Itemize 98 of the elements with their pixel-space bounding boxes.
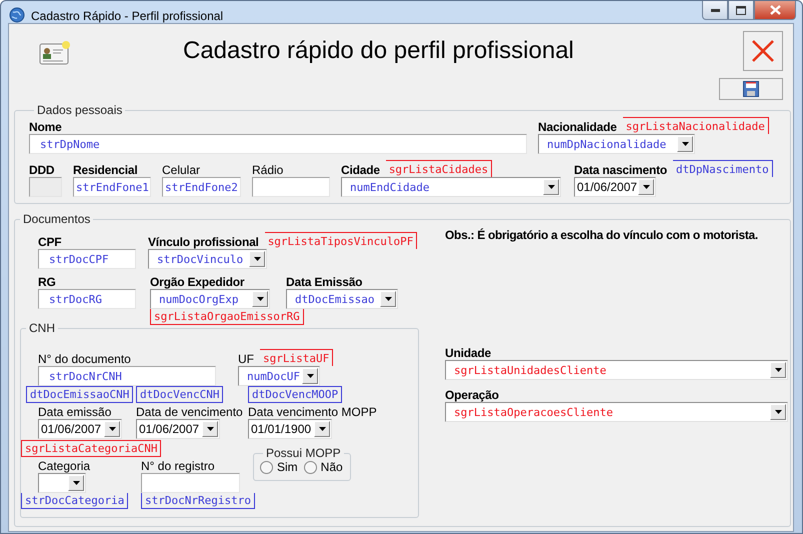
field-label: Data vencimento MOPP (248, 405, 377, 419)
caret-icon (306, 374, 314, 378)
minimize-button[interactable] (702, 1, 728, 20)
cancel-button[interactable] (743, 31, 783, 71)
date-picker[interactable]: 01/06/2007 (136, 419, 220, 439)
window-title: Cadastro Rápido - Perfil profissional (31, 9, 224, 23)
group-legend: CNH (26, 321, 58, 335)
date-picker[interactable]: 01/01/1900 (248, 419, 332, 439)
field-label: Nome (29, 120, 62, 134)
annotation-label: dtDocVencCNH (136, 386, 224, 403)
dropdown-button[interactable] (252, 291, 268, 307)
caret-icon (774, 410, 782, 414)
maximize-icon (736, 6, 746, 14)
text-field[interactable]: strEndFone2 (162, 177, 241, 197)
field-label: Residencial (73, 163, 138, 177)
field-label: Categoria (38, 459, 90, 473)
caret-icon (108, 427, 116, 431)
caret-icon (206, 427, 214, 431)
dropdown[interactable]: numDocUF (238, 366, 320, 386)
dropdown[interactable]: numEndCidade (341, 177, 561, 197)
dropdown-button[interactable] (68, 475, 84, 491)
dropdown-button[interactable] (543, 179, 559, 195)
date-picker[interactable]: 01/06/2007 (38, 419, 122, 439)
dropdown[interactable]: numDpNacionalidade (538, 134, 695, 154)
caret-icon (318, 427, 326, 431)
field-label: CPF (38, 235, 62, 249)
dropdown[interactable]: sgrListaOperacoesCliente (445, 402, 788, 422)
minimize-icon (710, 8, 720, 12)
group-legend: Documentos (20, 212, 94, 226)
dropdown[interactable]: strDocVinculo (148, 249, 267, 269)
text-field[interactable]: strDocRG (38, 289, 136, 309)
caret-icon (682, 142, 688, 146)
field-label: Orgão Expedidor (150, 275, 244, 289)
text-field[interactable] (141, 473, 240, 493)
id-card-icon (39, 40, 71, 66)
caret-icon (256, 297, 264, 301)
field-label: Operação (445, 388, 499, 402)
text-field[interactable]: strEndFone1 (73, 177, 151, 197)
annotation-label: strDocCategoria (21, 493, 128, 509)
field-label: RG (38, 275, 56, 289)
dropdown-button[interactable] (770, 362, 786, 378)
dropdown[interactable] (38, 473, 86, 493)
dropdown[interactable]: sgrListaUnidadesCliente (445, 360, 788, 380)
text-field[interactable]: strDocCPF (38, 249, 136, 269)
field-label: N° do documento (38, 352, 131, 366)
field-label: Vínculo profissional (148, 235, 259, 249)
field-label: Data de vencimento (136, 405, 243, 419)
date-picker[interactable]: 01/06/2007 (574, 177, 656, 197)
radio-button[interactable]: Não (304, 460, 343, 474)
field-label: N° do registro (141, 459, 214, 473)
field-label: Celular (162, 163, 200, 177)
annotation-label: strDocNrRegistro (141, 493, 255, 509)
dropdown-button[interactable] (380, 291, 396, 307)
radio-button[interactable]: Sim (260, 460, 298, 474)
caret-icon (72, 481, 80, 485)
field-label: UF (238, 352, 254, 366)
group-legend: Possui MOPP (263, 446, 344, 460)
annotation-label: dtDpNascimento (673, 160, 773, 177)
dropdown-button[interactable] (770, 404, 786, 420)
form-title: Cadastro rápido do perfil profissional (183, 37, 574, 65)
field-label: Cidade (341, 163, 380, 177)
annotation-label: sgrListaOrgaoEmissorRG (150, 309, 304, 325)
field-label: Nacionalidade (538, 120, 617, 134)
text-field[interactable]: strDpNome (29, 134, 527, 154)
close-button[interactable] (754, 1, 796, 20)
caret-icon (774, 368, 782, 372)
text-field[interactable] (252, 177, 330, 197)
maximize-button[interactable] (728, 1, 754, 20)
dropdown-button[interactable] (638, 179, 654, 195)
annotation-label: sgrListaCategoriaCNH (21, 440, 162, 457)
dropdown-button[interactable] (249, 251, 265, 267)
dropdown-button[interactable] (677, 136, 693, 152)
field-label: Data emissão (38, 405, 112, 419)
field-label: Data Emissão (286, 275, 362, 289)
caret-icon (548, 185, 554, 189)
dropdown-button[interactable] (104, 421, 120, 437)
close-icon (751, 39, 775, 63)
caret-icon (254, 257, 260, 261)
globe-icon (9, 7, 25, 23)
caret-icon (384, 297, 392, 301)
caret-icon (642, 185, 650, 189)
field-label: Data nascimento (574, 163, 668, 177)
annotation-label: sgrListaTiposVinculoPF (264, 232, 418, 249)
annotation-label: dtDocEmissaoCNH (26, 386, 134, 403)
close-icon (770, 5, 780, 15)
dropdown-button[interactable] (302, 368, 318, 384)
dropdown[interactable]: dtDocEmissao (286, 289, 398, 309)
note-text: Obs.: É obrigatório a escolha do vínculo com o motorista. (445, 228, 759, 242)
text-field[interactable]: strDocNrCNH (38, 366, 216, 386)
dropdown-button[interactable] (314, 421, 330, 437)
field-label: Rádio (252, 163, 284, 177)
annotation-label: dtDocVencMOOP (248, 386, 342, 403)
dropdown-button[interactable] (202, 421, 218, 437)
dropdown[interactable]: numDocOrgExp (150, 289, 270, 309)
group-legend: Dados pessoais (34, 103, 126, 117)
field-label: DDD (29, 163, 54, 177)
save-button[interactable] (719, 78, 783, 100)
field-label: Unidade (445, 346, 491, 360)
